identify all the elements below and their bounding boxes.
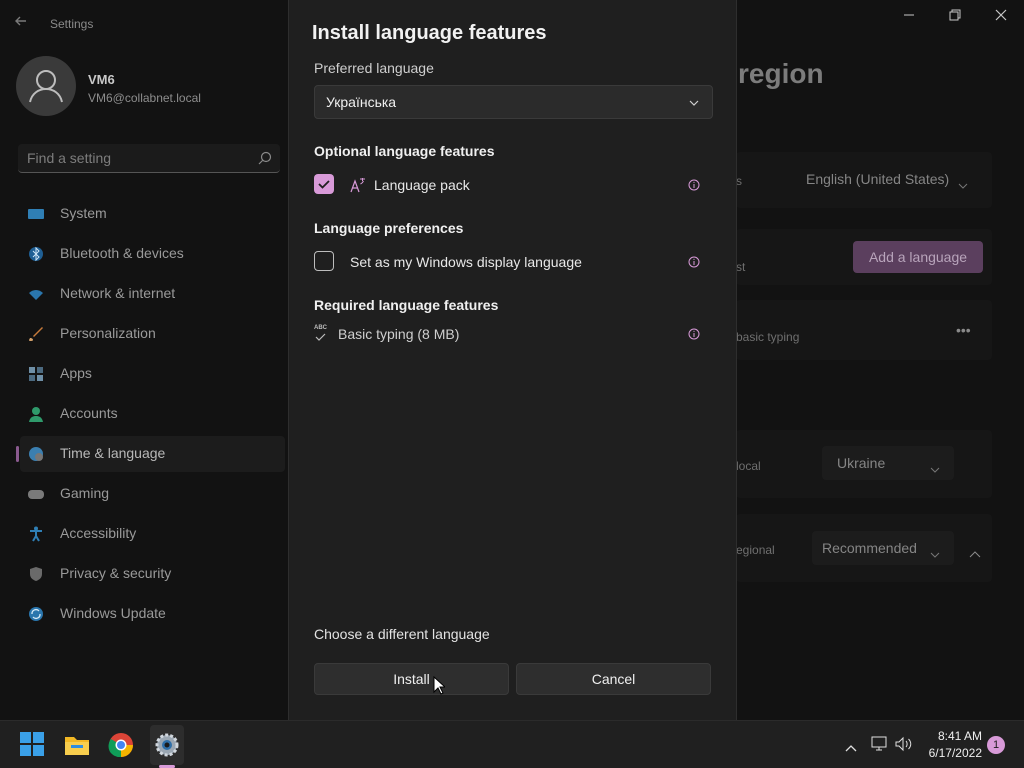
maximize-icon[interactable] [943, 8, 967, 26]
volume-icon[interactable] [895, 736, 913, 757]
network-icon[interactable] [871, 736, 889, 757]
file-explorer-icon[interactable] [63, 731, 91, 759]
clock-time[interactable]: 8:41 AM [920, 729, 982, 743]
language-preferences-heading: Language preferences [314, 220, 464, 236]
sidebar-item-time-language[interactable]: Time & language [20, 436, 285, 472]
monitor-icon [28, 206, 44, 222]
sidebar-item-label: System [60, 205, 107, 221]
preferred-language-value: Українська [326, 94, 397, 110]
sidebar-item-system[interactable]: System [20, 196, 285, 232]
chevron-up-icon[interactable] [969, 545, 981, 563]
language-pack-checkbox[interactable] [314, 174, 334, 194]
cancel-button[interactable]: Cancel [516, 663, 711, 695]
page-heading: region [738, 58, 824, 89]
sidebar-item-accessibility[interactable]: Accessibility [20, 516, 285, 552]
sidebar-item-apps[interactable]: Apps [20, 356, 285, 392]
avatar [16, 56, 76, 116]
spellcheck-icon: ABC [314, 325, 330, 341]
sidebar-item-label: Bluetooth & devices [60, 245, 184, 261]
sidebar-item-label: Personalization [60, 325, 156, 341]
sidebar-item-privacy[interactable]: Privacy & security [20, 556, 285, 592]
info-icon[interactable] [688, 255, 700, 268]
dialog-title: Install language features [312, 22, 547, 44]
bg-row-fragment: egional [736, 543, 775, 557]
language-pack-label: Language pack [374, 177, 470, 193]
optional-features-heading: Optional language features [314, 143, 495, 159]
chevron-down-icon [688, 96, 700, 108]
brush-icon [28, 326, 44, 342]
sidebar-item-label: Accounts [60, 405, 118, 421]
active-indicator [16, 446, 19, 462]
country-value: Ukraine [837, 455, 886, 471]
sidebar-item-accounts[interactable]: Accounts [20, 396, 285, 432]
user-name: VM6 [88, 72, 115, 87]
minimize-icon[interactable] [897, 8, 921, 26]
update-icon [28, 606, 44, 622]
windows-display-language-select[interactable]: English (United States) [806, 171, 949, 187]
clock-date[interactable]: 6/17/2022 [920, 746, 982, 760]
regional-format-select[interactable]: Recommended [812, 531, 954, 565]
back-arrow-icon[interactable] [14, 14, 34, 34]
shield-icon [28, 566, 44, 582]
mouse-cursor-icon [433, 675, 447, 700]
search-input[interactable]: Find a setting [18, 144, 280, 173]
search-placeholder: Find a setting [27, 150, 112, 166]
bg-row-fragment: local [736, 459, 761, 473]
sidebar-item-label: Gaming [60, 485, 110, 501]
required-features-heading: Required language features [314, 297, 499, 313]
info-icon[interactable] [688, 327, 700, 340]
chevron-down-icon [930, 545, 940, 563]
accessibility-icon [28, 526, 44, 542]
sidebar-item-bluetooth[interactable]: Bluetooth & devices [20, 236, 285, 272]
more-options-icon[interactable]: ••• [956, 322, 971, 338]
sidebar-item-label: Time & language [60, 445, 166, 461]
taskbar: 8:41 AM 6/17/2022 1 [0, 720, 1024, 768]
chevron-down-icon [930, 460, 940, 478]
add-language-button[interactable]: Add a language [853, 241, 983, 273]
preferred-language-select[interactable]: Українська [314, 85, 713, 119]
bg-row-fragment: st [736, 260, 746, 274]
country-region-select[interactable]: Ukraine [822, 446, 954, 480]
bluetooth-icon [28, 246, 44, 262]
sidebar-item-network[interactable]: Network & internet [20, 276, 285, 312]
sidebar-item-windows-update[interactable]: Windows Update [20, 596, 285, 632]
gamepad-icon [28, 486, 44, 502]
start-icon[interactable] [19, 731, 47, 759]
basic-typing-label: Basic typing (8 MB) [338, 326, 460, 342]
install-button[interactable]: Install [314, 663, 509, 695]
wifi-icon [28, 286, 44, 302]
sidebar-item-personalization[interactable]: Personalization [20, 316, 285, 352]
search-icon [258, 151, 272, 165]
sidebar-item-label: Network & internet [60, 285, 176, 301]
sidebar-item-gaming[interactable]: Gaming [20, 476, 285, 512]
person-icon [28, 406, 44, 422]
choose-different-language-link[interactable]: Choose a different language [314, 626, 490, 642]
chrome-icon[interactable] [107, 731, 135, 759]
chevron-up-icon[interactable] [845, 739, 857, 757]
sidebar-item-label: Windows Update [60, 605, 166, 621]
sidebar-item-label: Apps [60, 365, 92, 381]
sidebar-item-label: Accessibility [60, 525, 137, 541]
close-icon[interactable] [989, 8, 1013, 26]
display-language-checkbox[interactable] [314, 251, 334, 271]
info-icon[interactable] [688, 178, 700, 191]
chevron-down-icon [958, 176, 968, 194]
language-pack-icon [350, 177, 366, 198]
format-value: Recommended [822, 540, 917, 556]
display-language-label: Set as my Windows display language [350, 254, 582, 270]
settings-gear-icon[interactable] [153, 731, 181, 759]
window-title: Settings [50, 17, 94, 31]
notification-badge[interactable]: 1 [987, 736, 1005, 754]
install-language-features-dialog: Install language features Preferred lang… [288, 0, 737, 720]
user-email: VM6@collabnet.local [88, 91, 201, 105]
bg-row-fragment: basic typing [736, 330, 800, 344]
apps-icon [28, 366, 44, 382]
globe-clock-icon [28, 446, 44, 462]
preferred-language-label: Preferred language [314, 60, 434, 76]
sidebar-item-label: Privacy & security [60, 565, 172, 581]
